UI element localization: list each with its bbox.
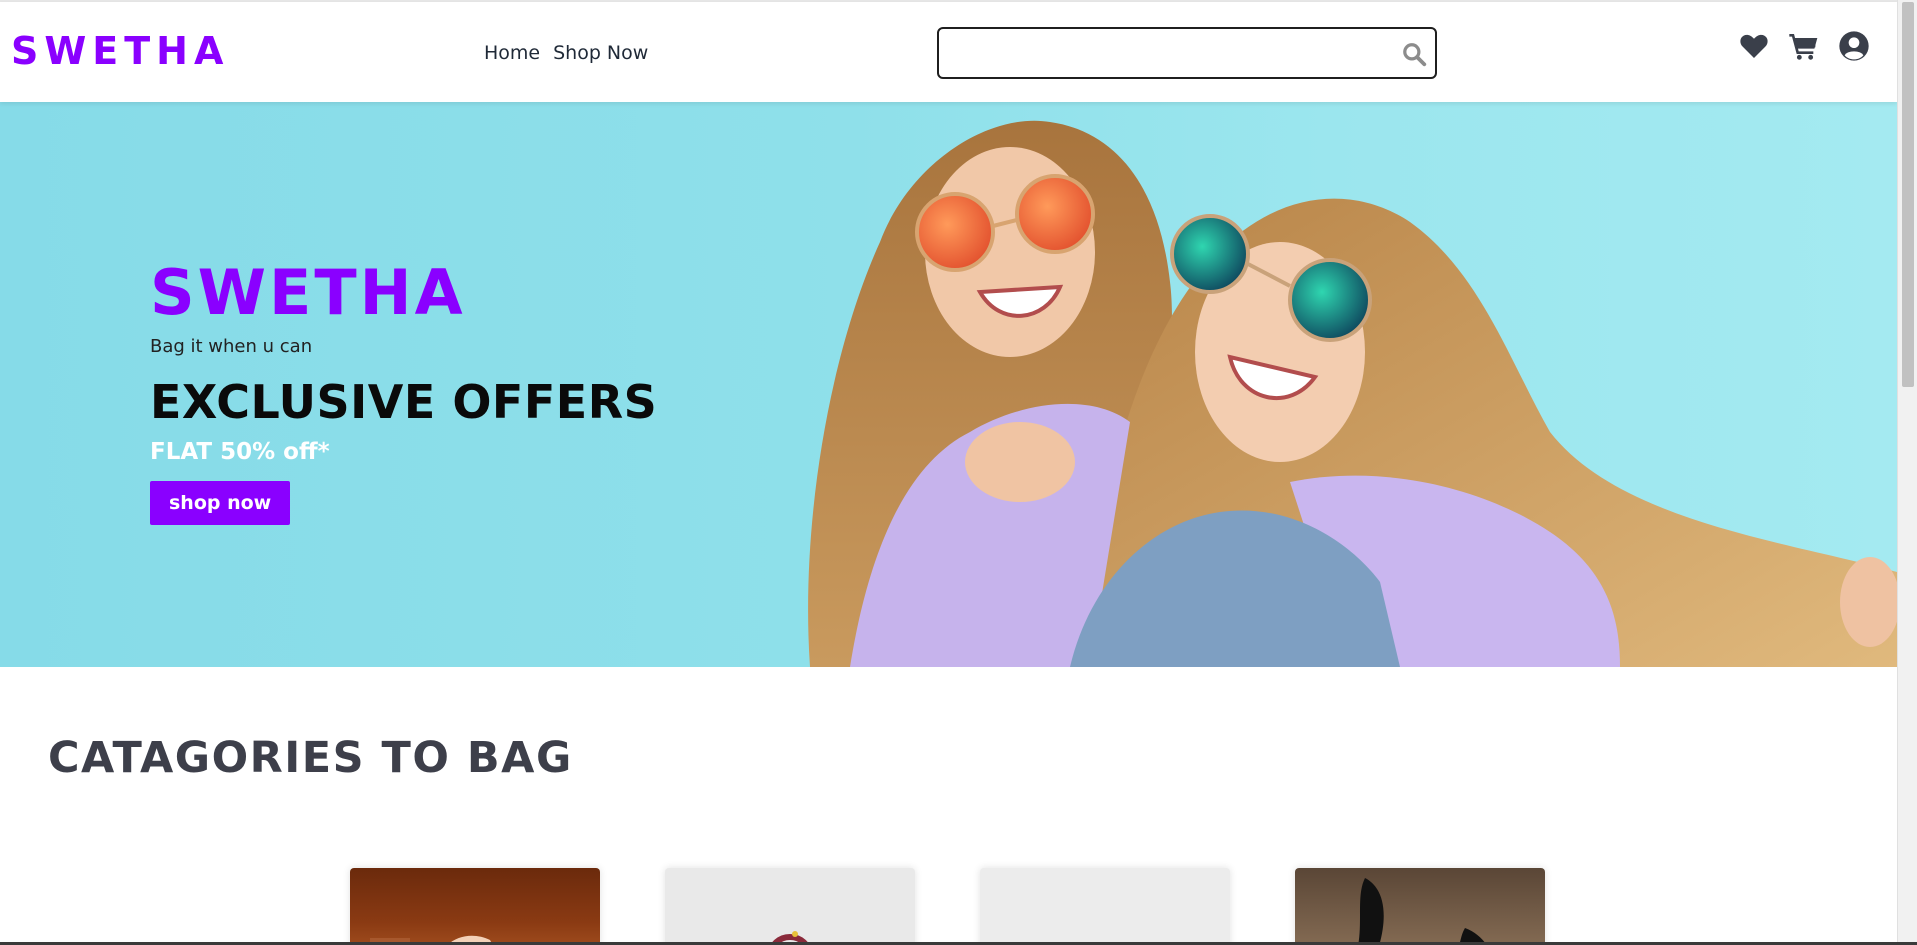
search-input[interactable] [949, 37, 1369, 69]
site-logo[interactable]: SWETHA [11, 29, 229, 73]
hero-banner: SWETHA Bag it when u can EXCLUSIVE OFFER… [0, 102, 1897, 667]
category-cards [350, 868, 1545, 945]
category-card-4[interactable] [1295, 868, 1545, 945]
shop-now-button[interactable]: shop now [150, 481, 291, 525]
category-image-2 [770, 931, 810, 945]
hero-offer: FLAT 50% off* [150, 439, 330, 465]
hero-headline: EXCLUSIVE OFFERS [150, 375, 658, 429]
main-nav: Home Shop Now [484, 42, 648, 64]
search-box [937, 27, 1437, 79]
site-header: SWETHA Home Shop Now [0, 2, 1897, 102]
category-card-1[interactable] [350, 868, 600, 945]
hero-image [808, 120, 1897, 667]
categories-title: CATAGORIES TO BAG [48, 733, 573, 783]
cart-icon[interactable] [1788, 30, 1820, 62]
category-card-2[interactable] [665, 868, 915, 945]
search-icon[interactable] [1401, 41, 1427, 67]
hero-brand: SWETHA [150, 256, 466, 329]
category-image-1 [370, 935, 493, 945]
heart-icon[interactable] [1738, 30, 1770, 62]
nav-link-home[interactable]: Home [484, 42, 540, 64]
page: SWETHA Home Shop Now SWETHA Bag it when … [0, 0, 1897, 945]
user-circle-icon[interactable] [1838, 30, 1870, 62]
header-actions [1738, 30, 1870, 62]
scrollbar-thumb[interactable] [1902, 2, 1914, 387]
category-image-4 [1358, 878, 1487, 945]
hero-content: SWETHA Bag it when u can EXCLUSIVE OFFER… [150, 262, 657, 525]
nav-link-shop-now[interactable]: Shop Now [553, 42, 648, 64]
hero-tagline: Bag it when u can [150, 336, 313, 357]
category-card-3[interactable] [980, 868, 1230, 945]
page-scrollbar[interactable] [1897, 0, 1917, 945]
